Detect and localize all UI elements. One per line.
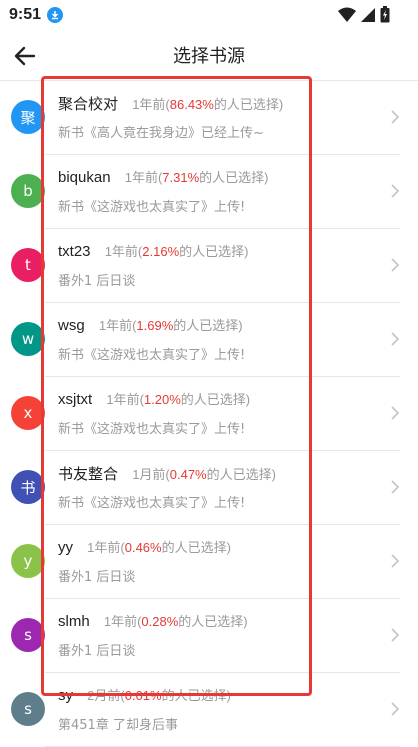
chevron-right-icon [391,628,400,642]
source-update-time: 1年前( [98,318,137,333]
source-avatar: y [11,544,45,578]
source-name: yy [58,539,73,556]
source-name: 聚合校对 [58,96,119,113]
source-avatar: b [11,174,45,208]
app-bar: 选择书源 [0,30,418,81]
chevron-right-icon [391,406,400,420]
source-percent-suffix: 的人已选择) [213,97,284,112]
source-row[interactable]: t txt23 1年前(2.16%的人已选择) 番外1 后日谈 [0,229,418,303]
source-row[interactable]: s slmh 1年前(0.28%的人已选择) 番外1 后日谈 [0,599,418,673]
source-update-time: 1年前( [104,244,143,259]
source-title-line: slmh 1年前(0.28%的人已选择) [58,611,248,630]
download-notification-icon [47,7,64,23]
battery-icon [380,6,390,23]
source-avatar: x [11,396,45,430]
source-name: wsg [58,317,85,334]
source-name: biqukan [58,169,111,186]
source-percent: 7.31% [162,170,200,185]
status-icons [338,6,390,23]
source-title-line: 书友整合 1月前(0.47%的人已选择) [58,463,276,484]
source-avatar: w [11,322,45,356]
source-update-time: 1年前( [106,392,144,407]
chevron-right-icon [391,110,400,124]
source-percent: 0.01% [124,688,162,703]
source-row[interactable]: b biqukan 1年前(7.31%的人已选择) 新书《这游戏也太真实了》上传… [0,155,418,229]
source-latest-chapter: 新书《这游戏也太真实了》上传! [58,496,246,511]
source-latest-chapter: 新书《高人竟在我身边》已经上传~ [58,126,264,141]
source-name: 书友整合 [58,466,119,483]
chevron-right-icon [391,332,400,346]
source-latest-chapter: 番外1 后日谈 [58,570,136,585]
source-percent-suffix: 的人已选择) [178,614,248,629]
source-avatar: 书 [11,470,45,504]
status-bar: 9:51 [0,0,418,30]
source-avatar: t [11,248,45,282]
source-latest-chapter: 新书《这游戏也太真实了》上传! [58,422,246,437]
source-name: xsjtxt [58,391,93,408]
source-list: 聚 聚合校对 1年前(86.43%的人已选择) 新书《高人竟在我身边》已经上传~… [0,81,418,747]
back-arrow-icon[interactable] [12,43,38,69]
source-title-line: sy 2月前(0.01%的人已选择) [58,685,231,704]
source-percent-suffix: 的人已选择) [180,392,251,407]
source-percent: 0.47% [169,467,207,482]
wifi-icon [338,7,356,22]
source-percent-suffix: 的人已选择) [161,540,231,555]
source-title-line: biqukan 1年前(7.31%的人已选择) [58,167,269,186]
source-row[interactable]: y yy 1年前(0.46%的人已选择) 番外1 后日谈 [0,525,418,599]
source-title-line: wsg 1年前(1.69%的人已选择) [58,315,243,334]
source-update-time: 1月前( [132,467,170,482]
source-percent: 1.69% [136,318,174,333]
source-update-time: 1年前( [132,97,170,112]
source-name: txt23 [58,243,91,260]
chevron-right-icon [391,480,400,494]
source-row[interactable]: w wsg 1年前(1.69%的人已选择) 新书《这游戏也太真实了》上传! [0,303,418,377]
source-latest-chapter: 新书《这游戏也太真实了》上传! [58,200,246,215]
source-percent-suffix: 的人已选择) [199,170,269,185]
source-percent-suffix: 的人已选择) [206,467,276,482]
source-latest-chapter: 新书《这游戏也太真实了》上传! [58,348,246,363]
source-avatar: s [11,692,45,726]
source-update-time: 1年前( [124,170,163,185]
source-name: slmh [58,613,90,630]
chevron-right-icon [391,554,400,568]
source-name: sy [58,687,73,704]
source-percent-suffix: 的人已选择) [179,244,249,259]
source-latest-chapter: 番外1 后日谈 [58,274,136,289]
source-percent: 2.16% [142,244,180,259]
chevron-right-icon [391,184,400,198]
signal-icon [361,7,375,22]
source-update-time: 1年前( [103,614,142,629]
source-percent-suffix: 的人已选择) [173,318,243,333]
source-latest-chapter: 第451章 了却身后事 [58,718,178,733]
source-latest-chapter: 番外1 后日谈 [58,644,136,659]
source-row[interactable]: s sy 2月前(0.01%的人已选择) 第451章 了却身后事 [0,673,418,747]
source-update-time: 2月前( [87,688,125,703]
source-row[interactable]: 聚 聚合校对 1年前(86.43%的人已选择) 新书《高人竟在我身边》已经上传~ [0,81,418,155]
page-title: 选择书源 [173,46,245,67]
source-percent: 1.20% [143,392,181,407]
source-title-line: txt23 1年前(2.16%的人已选择) [58,241,248,260]
source-title-line: yy 1年前(0.46%的人已选择) [58,537,231,556]
source-avatar: 聚 [11,100,45,134]
chevron-right-icon [391,258,400,272]
source-avatar: s [11,618,45,652]
chevron-right-icon [391,702,400,716]
source-title-line: 聚合校对 1年前(86.43%的人已选择) [58,93,283,114]
source-update-time: 1年前( [87,540,125,555]
source-row[interactable]: x xsjtxt 1年前(1.20%的人已选择) 新书《这游戏也太真实了》上传! [0,377,418,451]
source-percent: 86.43% [169,97,214,112]
source-percent-suffix: 的人已选择) [161,688,231,703]
source-percent: 0.46% [124,540,162,555]
source-row[interactable]: 书 书友整合 1月前(0.47%的人已选择) 新书《这游戏也太真实了》上传! [0,451,418,525]
source-percent: 0.28% [141,614,179,629]
status-time: 9:51 [9,6,42,23]
source-title-line: xsjtxt 1年前(1.20%的人已选择) [58,389,250,408]
